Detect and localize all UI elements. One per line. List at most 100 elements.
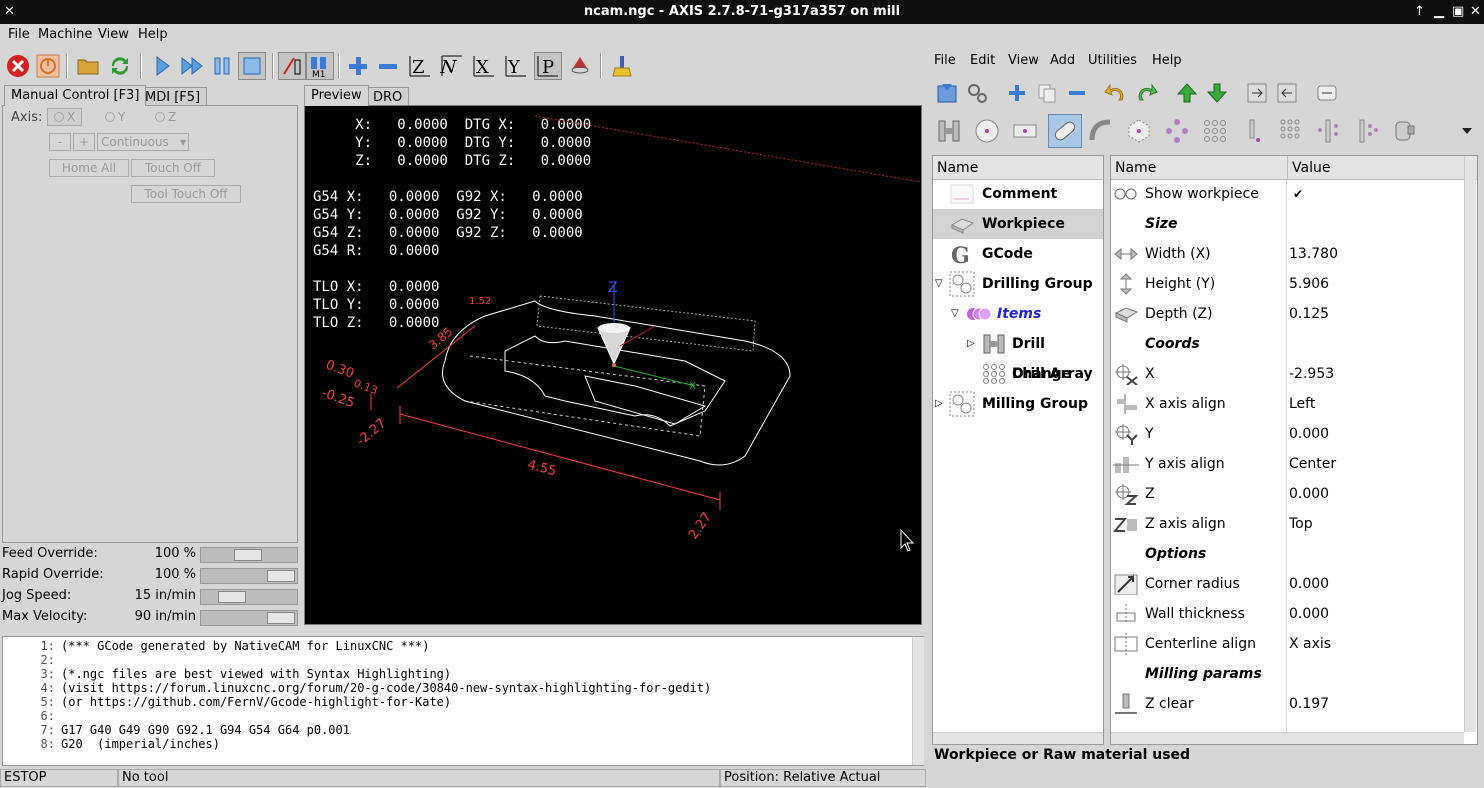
prop-value[interactable]: -2.953 bbox=[1289, 359, 1334, 389]
view-z-button[interactable]: Z bbox=[406, 52, 434, 80]
step-button[interactable] bbox=[178, 52, 206, 80]
ncam-menu-file[interactable]: File bbox=[934, 53, 956, 68]
tree-item-drill-change[interactable]: ▷ Drill Change bbox=[933, 329, 1103, 382]
gcode-line[interactable]: 8: G20 (imperial/inches) bbox=[3, 737, 220, 751]
axis-radio-z[interactable]: Z bbox=[155, 110, 176, 124]
menu-machine[interactable]: Machine bbox=[38, 27, 92, 42]
prop-row-y-axis-align[interactable]: Y axis align Center bbox=[1111, 449, 1477, 479]
jog-speed-thumb[interactable] bbox=[218, 591, 246, 603]
prop-value[interactable]: 5.906 bbox=[1289, 269, 1329, 299]
max-velocity-thumb[interactable] bbox=[267, 612, 295, 624]
ncam-menu-utilities[interactable]: Utilities bbox=[1088, 53, 1137, 68]
tree-name-header[interactable]: Name bbox=[933, 156, 1103, 180]
catalog-drill-pattern-button[interactable] bbox=[1352, 116, 1382, 146]
gcode-line[interactable]: 5: (or https://github.com/FernV/Gcode-hig… bbox=[3, 695, 452, 709]
up-arrow-icon[interactable]: ↑ bbox=[1414, 0, 1425, 24]
menu-file[interactable]: File bbox=[8, 27, 30, 42]
add-button[interactable] bbox=[1002, 78, 1032, 108]
prop-value[interactable]: 0.000 bbox=[1289, 479, 1329, 509]
catalog-more-button[interactable] bbox=[1452, 116, 1482, 146]
catalog-circle-button[interactable] bbox=[972, 116, 1002, 146]
save-to-axis-button[interactable] bbox=[932, 78, 962, 108]
move-down-button[interactable] bbox=[1202, 78, 1232, 108]
feed-override-thumb[interactable] bbox=[234, 549, 262, 561]
max-velocity-slider[interactable] bbox=[200, 610, 298, 626]
prop-value[interactable]: X axis bbox=[1289, 629, 1331, 659]
tab-manual-control[interactable]: Manual Control [F3] bbox=[4, 85, 147, 106]
jog-speed-slider[interactable] bbox=[200, 589, 298, 605]
prop-row-z-axis-align[interactable]: Z axis align Top bbox=[1111, 509, 1477, 539]
tree-item-drilling-group[interactable]: ▽ Drilling Group bbox=[933, 269, 1103, 299]
optional-stop-button[interactable]: M1 bbox=[306, 52, 334, 80]
unindent-button[interactable] bbox=[1272, 78, 1302, 108]
jog-minus-button[interactable]: - bbox=[49, 133, 71, 151]
catalog-tool-change-button[interactable] bbox=[934, 116, 964, 146]
gcode-line[interactable]: 1: (*** GCode generated by NativeCAM for … bbox=[3, 639, 430, 653]
prop-value[interactable]: 13.780 bbox=[1289, 239, 1338, 269]
prop-value[interactable]: 0.000 bbox=[1289, 419, 1329, 449]
prop-value-header[interactable]: Value bbox=[1287, 156, 1477, 180]
prop-row-corner-radius[interactable]: Corner radius 0.000 bbox=[1111, 569, 1477, 599]
prop-value[interactable]: Center bbox=[1289, 449, 1336, 479]
catalog-drill-array-button[interactable] bbox=[1200, 116, 1230, 146]
prop-hscrollbar[interactable] bbox=[1111, 732, 1464, 744]
catalog-rectangle-button[interactable] bbox=[1010, 116, 1040, 146]
show-workpiece-checkbox[interactable]: ✔ bbox=[1293, 179, 1303, 209]
prop-row-height-y[interactable]: Height (Y) 5.906 bbox=[1111, 269, 1477, 299]
prop-row-y[interactable]: Y 0.000 bbox=[1111, 419, 1477, 449]
tree-item-milling-group[interactable]: ▷ Milling Group bbox=[933, 389, 1103, 419]
prop-value[interactable]: 0.000 bbox=[1289, 569, 1329, 599]
gcode-line[interactable]: 7: G17 G40 G49 G90 G92.1 G94 G54 G64 p0.0… bbox=[3, 723, 350, 737]
tree-item-drill-array[interactable]: Drill Array bbox=[933, 359, 1103, 389]
catalog-drill-circle-button[interactable] bbox=[1162, 116, 1192, 146]
prop-row-z[interactable]: Z 0.000 bbox=[1111, 479, 1477, 509]
machine-power-button[interactable] bbox=[34, 52, 62, 80]
tab-dro[interactable]: DRO bbox=[366, 87, 410, 107]
prop-row-milling-params[interactable]: Milling params bbox=[1111, 659, 1477, 689]
rapid-override-thumb[interactable] bbox=[267, 570, 295, 582]
prop-row-z-clear[interactable]: Z clear 0.197 bbox=[1111, 689, 1477, 719]
redo-button[interactable] bbox=[1132, 78, 1162, 108]
catalog-polygon-button[interactable] bbox=[1124, 116, 1154, 146]
gcode-line[interactable]: 2: bbox=[3, 653, 61, 667]
tree-item-comment[interactable]: Comment bbox=[933, 179, 1103, 209]
undo-button[interactable] bbox=[1100, 78, 1130, 108]
prop-row-coords[interactable]: Coords bbox=[1111, 329, 1477, 359]
open-file-button[interactable] bbox=[74, 52, 102, 80]
tree-item-items[interactable]: ▽ Items bbox=[933, 299, 1103, 329]
prop-row-depth-z[interactable]: Depth (Z) 0.125 bbox=[1111, 299, 1477, 329]
catalog-drill-grid-button[interactable] bbox=[1276, 116, 1306, 146]
ncam-menu-help[interactable]: Help bbox=[1152, 53, 1182, 68]
prop-row-wall-thickness[interactable]: Wall thickness 0.000 bbox=[1111, 599, 1477, 629]
gcode-line[interactable]: 4: (visit https://forum.linuxcnc.org/foru… bbox=[3, 681, 712, 695]
home-all-button[interactable]: Home All bbox=[49, 159, 129, 177]
axis-radio-x[interactable]: X bbox=[47, 108, 83, 126]
run-button[interactable] bbox=[148, 52, 176, 80]
indent-button[interactable] bbox=[1242, 78, 1272, 108]
estop-button[interactable] bbox=[4, 52, 32, 80]
prop-row-size[interactable]: Size bbox=[1111, 209, 1477, 239]
touch-off-button[interactable]: Touch Off bbox=[131, 159, 215, 177]
prop-value[interactable]: 0.125 bbox=[1289, 299, 1329, 329]
catalog-endmill-button[interactable] bbox=[1390, 116, 1420, 146]
prop-value[interactable]: 0.000 bbox=[1289, 599, 1329, 629]
prop-value[interactable]: 0.197 bbox=[1289, 689, 1329, 719]
zoom-in-button[interactable] bbox=[344, 52, 372, 80]
catalog-single-drill-button[interactable] bbox=[1238, 116, 1268, 146]
zoom-out-button[interactable] bbox=[374, 52, 402, 80]
remove-button[interactable] bbox=[1062, 78, 1092, 108]
view-y-button[interactable]: Y bbox=[502, 52, 530, 80]
rapid-override-slider[interactable] bbox=[200, 568, 298, 584]
close-icon[interactable]: ✕ bbox=[1470, 0, 1481, 24]
clear-backplot-button[interactable] bbox=[608, 52, 636, 80]
axis-radio-y[interactable]: Y bbox=[105, 110, 125, 124]
pause-button[interactable] bbox=[208, 52, 236, 80]
tab-mdi[interactable]: MDI [F5] bbox=[138, 87, 208, 107]
preview-canvas[interactable]: X: 0.0000 DTG X: 0.0000 Y: 0.0000 DTG Y:… bbox=[304, 105, 922, 625]
prop-row-width-x[interactable]: Width (X) 13.780 bbox=[1111, 239, 1477, 269]
app-menu-icon[interactable]: ✕ bbox=[4, 0, 15, 24]
duplicate-button[interactable] bbox=[1032, 78, 1062, 108]
prop-row-show-workpiece[interactable]: Show workpiece ✔ bbox=[1111, 179, 1477, 209]
prop-row-x-axis-align[interactable]: X axis align Left bbox=[1111, 389, 1477, 419]
ncam-menu-add[interactable]: Add bbox=[1050, 53, 1075, 68]
